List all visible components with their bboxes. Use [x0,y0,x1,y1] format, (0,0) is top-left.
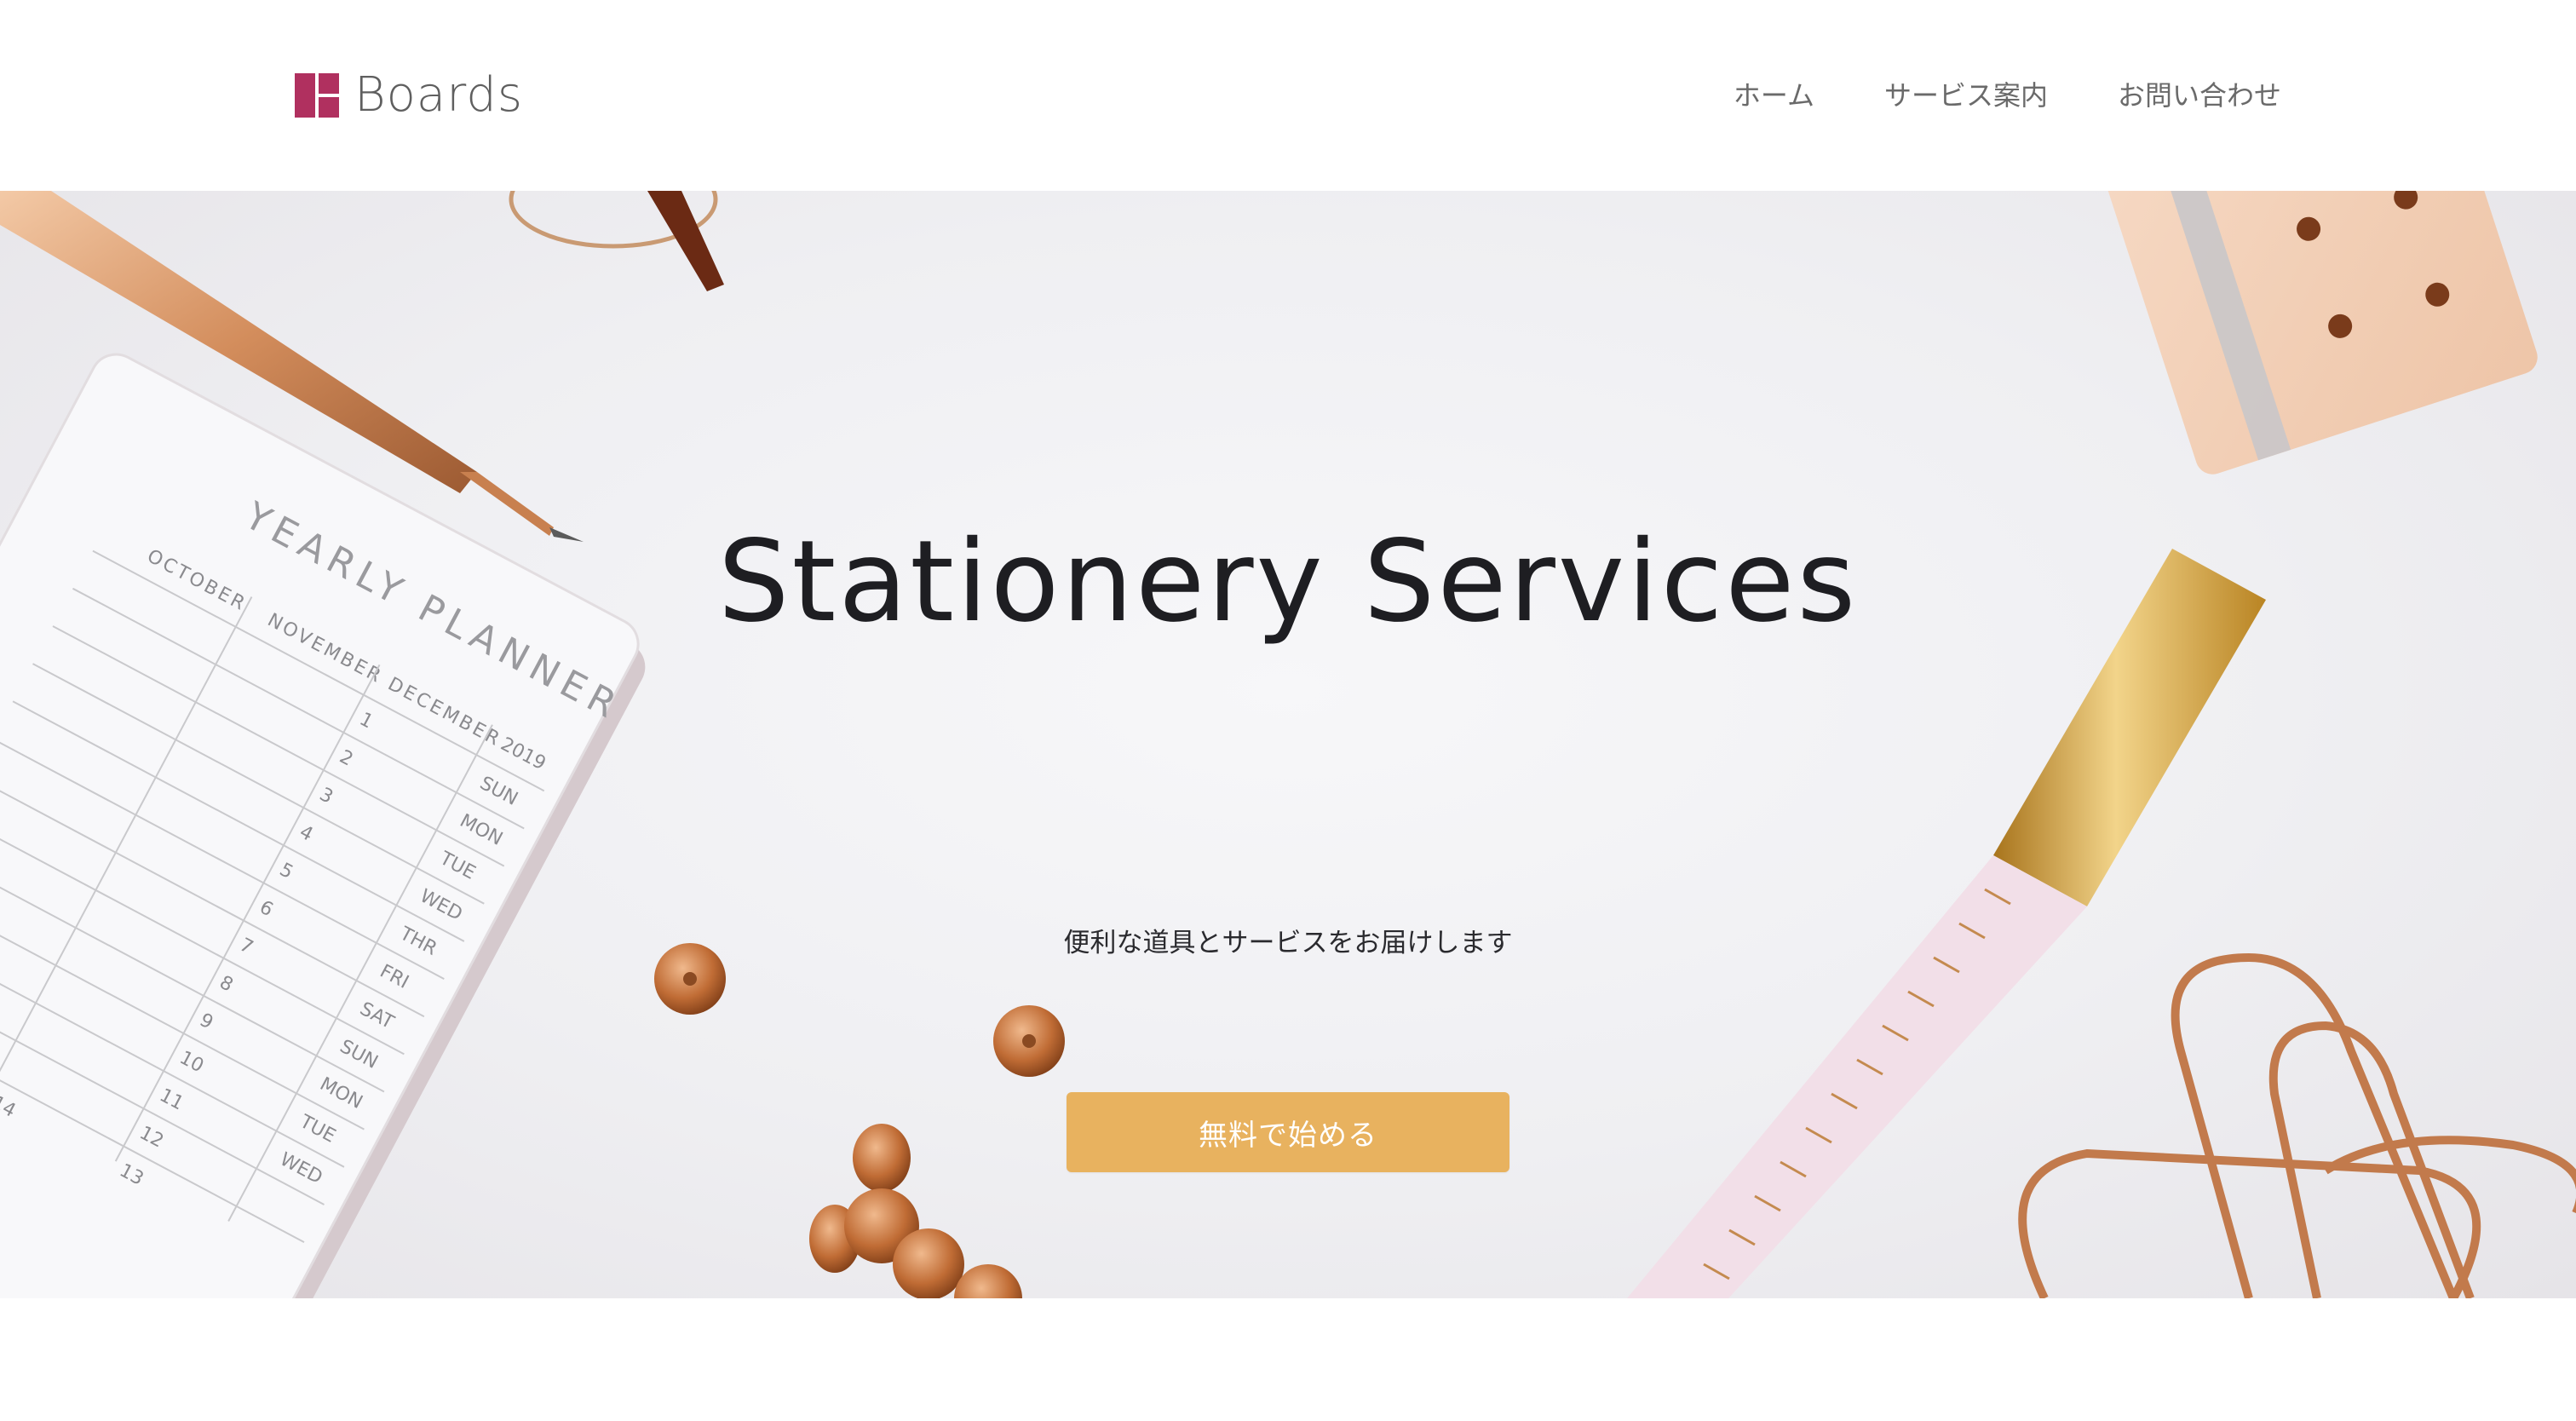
boards-logo-icon [295,73,339,118]
brand-link[interactable]: Boards [295,72,523,119]
push-pins-shape [654,943,1065,1298]
hero-title: Stationery Services [717,516,1859,647]
site-header: Boards ホーム サービス案内 お問い合わせ [0,0,2576,191]
paper-clips-shape [2018,952,2576,1298]
glasses-shape [509,191,724,291]
hero-section: YEARLY PLANNER OCTOBER NOVEMBER DECEMBER… [0,191,2576,1298]
brand-name: Boards [354,67,524,123]
nav-link-contact[interactable]: お問い合わせ [2118,74,2281,113]
main-nav: ホーム サービス案内 お問い合わせ [1734,68,2281,119]
nav-link-home[interactable]: ホーム [1734,74,1814,113]
dotted-notebook-shape [2095,191,2538,475]
yearly-planner-shape: YEARLY PLANNER OCTOBER NOVEMBER DECEMBER… [0,353,646,1298]
start-free-button[interactable]: 無料で始める [1067,1092,1509,1172]
nav-link-services[interactable]: サービス案内 [1884,74,2048,113]
hero-subtitle: 便利な道具とサービスをお届けします [1063,928,1513,958]
